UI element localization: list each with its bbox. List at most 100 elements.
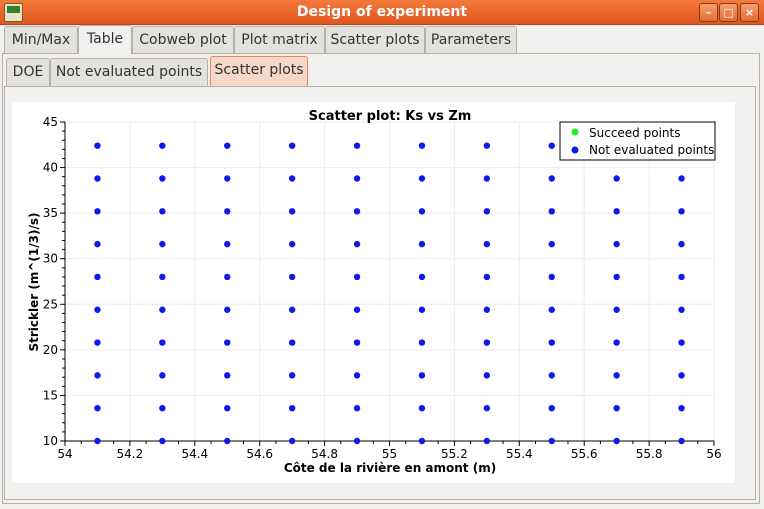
x-tick-label: 54.2 bbox=[117, 447, 144, 461]
x-tick-label: 54.6 bbox=[246, 447, 273, 461]
legend-succeed-label: Succeed points bbox=[589, 126, 680, 140]
not-evaluated-point bbox=[353, 208, 361, 215]
y-tick-label: 15 bbox=[43, 388, 58, 402]
not-evaluated-point bbox=[224, 142, 231, 149]
not-evaluated-point bbox=[418, 208, 426, 215]
not-evaluated-point bbox=[418, 404, 426, 412]
not-evaluated-point bbox=[288, 437, 296, 445]
x-tick-label: 54 bbox=[57, 447, 72, 461]
not-evaluated-point bbox=[418, 142, 426, 149]
not-evaluated-point bbox=[548, 306, 555, 313]
not-evaluated-point bbox=[288, 339, 296, 346]
not-evaluated-point bbox=[418, 273, 426, 281]
not-evaluated-point bbox=[613, 175, 620, 182]
not-evaluated-point bbox=[678, 404, 685, 412]
not-evaluated-point bbox=[353, 142, 361, 149]
not-evaluated-point bbox=[288, 240, 296, 248]
not-evaluated-point bbox=[678, 306, 685, 313]
x-tick-label: 54.4 bbox=[181, 447, 208, 461]
not-evaluated-point bbox=[548, 240, 555, 248]
not-evaluated-point bbox=[418, 437, 426, 445]
legend-succeed-marker bbox=[571, 128, 579, 136]
not-evaluated-point bbox=[418, 372, 426, 379]
not-evaluated-point bbox=[353, 339, 361, 346]
not-evaluated-point bbox=[483, 208, 491, 215]
not-evaluated-point bbox=[94, 306, 101, 313]
legend-not-evaluated-marker bbox=[571, 146, 579, 154]
not-evaluated-point bbox=[224, 208, 231, 215]
not-evaluated-point bbox=[159, 372, 166, 379]
tab-table[interactable]: Table bbox=[78, 25, 132, 54]
x-tick-label: 56 bbox=[706, 447, 721, 461]
not-evaluated-point bbox=[418, 306, 426, 313]
not-evaluated-point bbox=[159, 208, 166, 215]
not-evaluated-point bbox=[353, 404, 361, 412]
not-evaluated-point bbox=[483, 175, 491, 182]
not-evaluated-point bbox=[418, 339, 426, 346]
not-evaluated-point bbox=[483, 306, 491, 313]
not-evaluated-point bbox=[418, 240, 426, 248]
y-tick-label: 30 bbox=[43, 252, 58, 266]
not-evaluated-point bbox=[94, 208, 101, 215]
not-evaluated-point bbox=[353, 240, 361, 248]
not-evaluated-point bbox=[613, 372, 620, 379]
not-evaluated-point bbox=[548, 339, 555, 346]
not-evaluated-point bbox=[94, 404, 101, 412]
not-evaluated-point bbox=[159, 240, 166, 248]
y-tick-label: 40 bbox=[43, 161, 58, 175]
x-tick-label: 55.8 bbox=[636, 447, 663, 461]
not-evaluated-point bbox=[353, 175, 361, 182]
not-evaluated-point bbox=[224, 306, 231, 313]
not-evaluated-point bbox=[548, 208, 555, 215]
x-tick-label: 55.6 bbox=[571, 447, 598, 461]
not-evaluated-point bbox=[159, 339, 166, 346]
not-evaluated-point bbox=[224, 339, 231, 346]
not-evaluated-point bbox=[224, 175, 231, 182]
not-evaluated-point bbox=[548, 372, 555, 379]
not-evaluated-point bbox=[224, 273, 231, 281]
not-evaluated-point bbox=[613, 240, 620, 248]
legend: Succeed points Not evaluated points bbox=[559, 121, 716, 161]
not-evaluated-point bbox=[613, 273, 620, 281]
not-evaluated-point bbox=[288, 142, 296, 149]
not-evaluated-point bbox=[548, 142, 555, 149]
not-evaluated-point bbox=[288, 306, 296, 313]
not-evaluated-point bbox=[678, 437, 685, 445]
not-evaluated-point bbox=[613, 404, 620, 412]
not-evaluated-point bbox=[159, 437, 166, 445]
scatter-chart[interactable]: 54 54.2 54.4 54.6 54.8 55 55.2 55.4 55.6 55.8 56 10… bbox=[0, 0, 764, 509]
not-evaluated-point bbox=[483, 240, 491, 248]
not-evaluated-point bbox=[548, 273, 555, 281]
not-evaluated-point bbox=[678, 372, 685, 379]
not-evaluated-point bbox=[288, 273, 296, 281]
not-evaluated-point bbox=[159, 404, 166, 412]
x-axis-label: Côte de la rivière en amont (m) bbox=[284, 461, 496, 475]
not-evaluated-point bbox=[288, 175, 296, 182]
not-evaluated-point bbox=[483, 273, 491, 281]
not-evaluated-point bbox=[288, 208, 296, 215]
y-tick-label: 35 bbox=[43, 206, 58, 220]
y-tick-label: 45 bbox=[43, 115, 58, 129]
not-evaluated-point bbox=[483, 142, 491, 149]
not-evaluated-point bbox=[94, 142, 101, 149]
y-axis-label: Strickler (m^(1/3)/s) bbox=[27, 213, 41, 352]
x-tick-label: 55 bbox=[382, 447, 397, 461]
not-evaluated-point bbox=[483, 437, 491, 445]
not-evaluated-point bbox=[224, 404, 231, 412]
not-evaluated-point bbox=[613, 306, 620, 313]
not-evaluated-point bbox=[613, 437, 620, 445]
not-evaluated-point bbox=[678, 273, 685, 281]
y-tick-label: 25 bbox=[43, 297, 58, 311]
not-evaluated-point bbox=[353, 273, 361, 281]
not-evaluated-point bbox=[613, 339, 620, 346]
not-evaluated-point bbox=[353, 437, 361, 445]
x-tick-label: 55.4 bbox=[506, 447, 533, 461]
not-evaluated-point bbox=[94, 240, 101, 248]
not-evaluated-point bbox=[224, 372, 231, 379]
not-evaluated-point bbox=[94, 273, 101, 281]
not-evaluated-point bbox=[94, 437, 101, 445]
legend-not-evaluated-label: Not evaluated points bbox=[589, 143, 714, 157]
y-tick-label: 10 bbox=[43, 434, 58, 448]
not-evaluated-point bbox=[224, 437, 231, 445]
not-evaluated-point bbox=[159, 306, 166, 313]
